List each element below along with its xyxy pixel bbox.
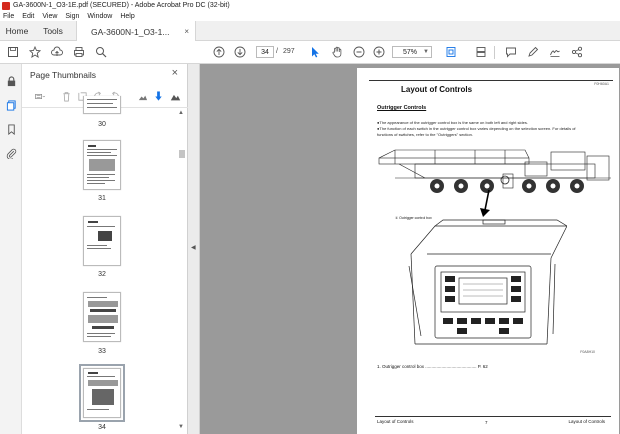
main-toolbar: 34 / 297 57% ▼: [0, 41, 620, 64]
window-title: GA-3600N-1_O3-1E.pdf (SECURED) - Adobe A…: [13, 2, 230, 9]
bullet-text: ●The function of each switch in the outr…: [377, 126, 576, 131]
insert-page-icon[interactable]: [152, 90, 164, 102]
menu-file[interactable]: File: [3, 13, 14, 20]
page-thumbnail[interactable]: [83, 140, 121, 190]
total-pages: 297: [283, 48, 295, 55]
page-thumbnail-number: 32: [98, 271, 106, 278]
bookmark-icon[interactable]: [4, 122, 18, 136]
bookmark-star-icon[interactable]: [28, 45, 42, 59]
tab-close-icon[interactable]: ×: [184, 27, 189, 36]
share-icon[interactable]: [570, 45, 584, 59]
zoom-level-value: 57%: [403, 48, 418, 56]
figure-code: F0A8H10: [580, 350, 595, 354]
chevron-down-icon: ▼: [423, 49, 429, 55]
highlight-pen-icon[interactable]: [526, 45, 540, 59]
zoom-out-icon[interactable]: [352, 45, 366, 59]
small-thumbnail-icon[interactable]: [136, 90, 148, 102]
page-heading: Layout of Controls: [401, 85, 473, 94]
figure-caption: 1. Outrigger control box ...............…: [377, 364, 488, 369]
outrigger-control-box-illustration: [408, 219, 567, 345]
upload-cloud-icon[interactable]: [50, 45, 64, 59]
scroll-up-icon[interactable]: ▲: [178, 110, 184, 116]
thumbnails-panel-title: Page Thumbnails: [30, 70, 96, 80]
page-thumbnails-icon[interactable]: [4, 98, 18, 112]
thumbnails-scrollbar[interactable]: ▲ ▼: [178, 110, 186, 434]
tab-document-label: GA-3600N-1_O3-1...: [91, 26, 170, 37]
page-number: 7: [485, 420, 488, 425]
acrobat-logo-icon: [2, 1, 10, 10]
delete-pages-icon[interactable]: [60, 90, 72, 102]
tab-bar: Home Tools GA-3600N-1_O3-1... ×: [0, 21, 620, 42]
toolbar-divider: [494, 46, 495, 59]
select-cursor-icon[interactable]: [308, 45, 322, 59]
attachment-paperclip-icon[interactable]: [4, 146, 18, 160]
page-thumbnail[interactable]: [83, 96, 121, 114]
zoom-level-select[interactable]: 57% ▼: [392, 46, 432, 58]
save-icon[interactable]: [6, 45, 20, 59]
page-thumbnail-number: 30: [98, 121, 106, 128]
previous-page-icon[interactable]: [212, 45, 226, 59]
large-thumbnail-icon[interactable]: [168, 90, 182, 102]
left-navigation-rail: [0, 64, 22, 434]
page-fit-icon[interactable]: [444, 45, 458, 59]
options-menu-icon[interactable]: [30, 90, 50, 102]
bullet-text: ●The appearance of the outrigger control…: [377, 120, 528, 125]
comment-icon[interactable]: [504, 45, 518, 59]
page-thumbnail-number: 33: [98, 348, 106, 355]
tab-home[interactable]: Home: [0, 21, 34, 41]
zoom-in-icon[interactable]: [372, 45, 386, 59]
page-code-top: F0H60A1: [594, 82, 609, 86]
section-heading: Outrigger Controls: [377, 105, 427, 111]
page-footer-rule: [375, 416, 611, 417]
page-number-input[interactable]: 34: [256, 46, 274, 58]
page-thumbnail[interactable]: [83, 216, 121, 266]
page-footer-right: Layout of Controls: [568, 419, 605, 424]
next-page-icon[interactable]: [233, 45, 247, 59]
menu-bar: File Edit View Sign Window Help: [0, 11, 620, 21]
page-thumbnails-panel: Page Thumbnails × 30 31 32 33 34 ▲ ▼: [22, 64, 188, 434]
page-thumbnail-selected[interactable]: [79, 364, 125, 422]
hand-tool-icon[interactable]: [330, 45, 344, 59]
collapse-arrow-icon[interactable]: ◀: [191, 244, 196, 251]
close-panel-icon[interactable]: ×: [172, 67, 178, 79]
tab-tools[interactable]: Tools: [34, 21, 72, 41]
search-icon[interactable]: [94, 45, 108, 59]
document-viewer[interactable]: F0H60A1 Layout of Controls Outrigger Con…: [200, 64, 620, 434]
page-thumbnail-number: 31: [98, 195, 106, 202]
scroll-mode-icon[interactable]: [474, 45, 488, 59]
sign-icon[interactable]: [548, 45, 562, 59]
title-bar: GA-3600N-1_O3-1E.pdf (SECURED) - Adobe A…: [0, 0, 620, 11]
callout-arrow: [480, 189, 490, 217]
menu-window[interactable]: Window: [87, 13, 112, 20]
document-page: F0H60A1 Layout of Controls Outrigger Con…: [357, 68, 619, 434]
page-thumbnail-number: 34: [98, 424, 106, 431]
page-header-rule: [369, 80, 613, 81]
scrollbar-thumb[interactable]: [179, 150, 185, 158]
lock-icon[interactable]: [4, 74, 18, 88]
menu-help[interactable]: Help: [120, 13, 134, 20]
tab-document[interactable]: GA-3600N-1_O3-1... ×: [76, 21, 196, 42]
menu-edit[interactable]: Edit: [22, 13, 34, 20]
menu-view[interactable]: View: [42, 13, 57, 20]
print-icon[interactable]: [72, 45, 86, 59]
bullet-text: functions of switches, refer to the "Out…: [377, 132, 473, 137]
scroll-down-icon[interactable]: ▼: [178, 424, 184, 430]
menu-sign[interactable]: Sign: [65, 13, 79, 20]
page-footer-left: Layout of Controls: [377, 419, 414, 424]
panel-collapse-strip[interactable]: ◀: [188, 64, 200, 434]
page-thumbnail[interactable]: [83, 292, 121, 342]
page-separator: /: [276, 48, 278, 55]
